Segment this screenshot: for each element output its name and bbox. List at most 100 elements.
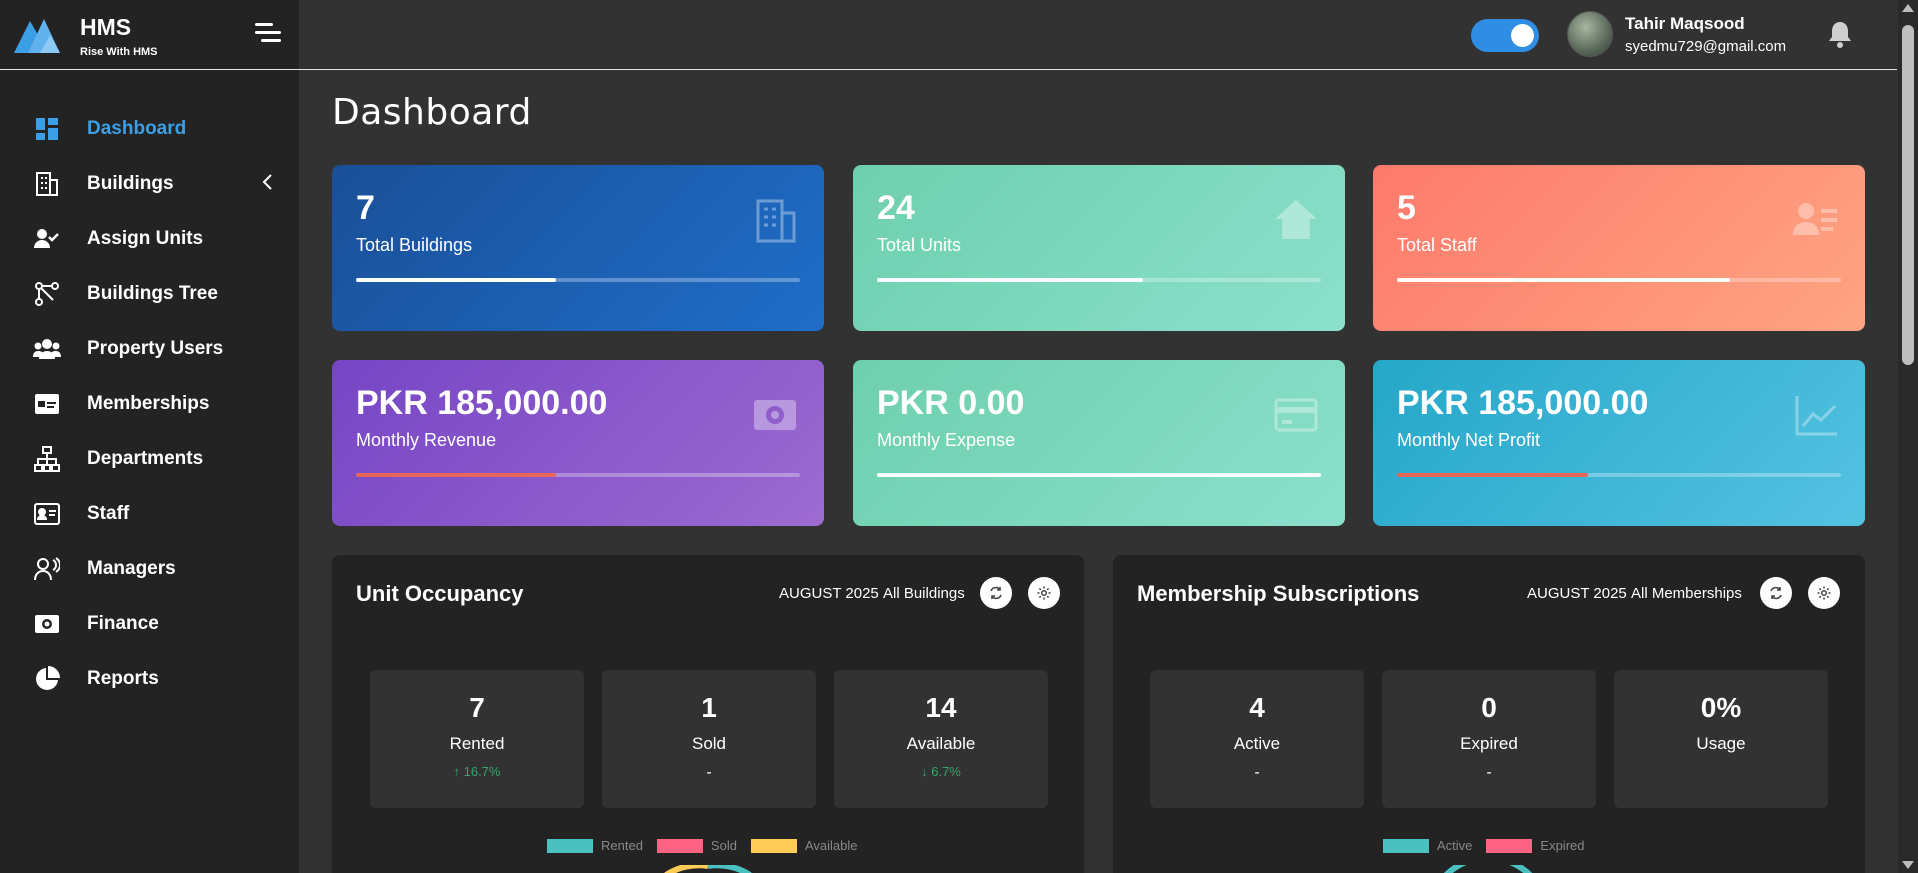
stat-box-usage: 0% Usage: [1614, 670, 1828, 808]
staff-list-icon: [1793, 203, 1837, 235]
stat-card-monthly-revenue[interactable]: PKR 185,000.00 Monthly Revenue: [332, 360, 824, 526]
menu-toggle-icon[interactable]: [255, 23, 281, 45]
home-icon: [1275, 200, 1317, 239]
card-progress-fill: [877, 473, 1321, 477]
logo-mountain-icon: [14, 19, 60, 53]
card-value: PKR 185,000.00: [1397, 384, 1649, 422]
sidebar-item-buildings[interactable]: Buildings: [0, 156, 299, 211]
stat-value: 4: [1249, 692, 1265, 723]
legend-item-rented[interactable]: Rented: [547, 838, 643, 853]
chart-legend: Rented Sold Available: [547, 838, 871, 853]
stat-card-monthly-net-profit[interactable]: PKR 185,000.00 Monthly Net Profit: [1373, 360, 1865, 526]
dashboard-icon: [33, 115, 61, 143]
month-selector[interactable]: AUGUST 2025: [1527, 585, 1627, 602]
card-progress-bar: [356, 473, 800, 477]
building-icon: [756, 199, 796, 243]
card-progress-fill: [356, 278, 556, 282]
sidebar-item-managers[interactable]: Managers: [0, 541, 299, 596]
line-chart-icon: [1795, 396, 1837, 436]
sidebar-item-property-users[interactable]: Property Users: [0, 321, 299, 376]
stat-card-total-staff[interactable]: 5 Total Staff: [1373, 165, 1865, 331]
settings-button[interactable]: [1028, 577, 1060, 609]
settings-button[interactable]: [1808, 577, 1840, 609]
stat-label: Sold: [691, 734, 727, 753]
stat-change: [1614, 764, 1828, 780]
sidebar-item-finance[interactable]: Finance: [0, 596, 299, 651]
sidebar-item-reports[interactable]: Reports: [0, 651, 299, 706]
money-icon: [754, 400, 796, 430]
legend-label: Active: [1437, 838, 1473, 853]
stat-value: 0%: [1700, 692, 1742, 723]
stat-label: Usage: [1696, 734, 1746, 753]
refresh-button[interactable]: [1760, 577, 1792, 609]
sidebar-item-label: Memberships: [87, 392, 210, 414]
sidebar-item-label: Departments: [87, 447, 204, 469]
stat-box-sold: 1 Sold -: [602, 670, 816, 808]
badge-icon: [33, 500, 61, 528]
chevron-left-icon[interactable]: [258, 172, 278, 192]
stat-change: ↑ 16.7%: [453, 764, 501, 779]
sidebar-item-departments[interactable]: Departments: [0, 431, 299, 486]
stat-value: 0: [1481, 692, 1497, 723]
bell-icon[interactable]: [1827, 20, 1853, 48]
stat-label: Rented: [449, 734, 505, 753]
legend-label: Rented: [601, 838, 643, 853]
panel-title: Membership Subscriptions: [1137, 581, 1420, 606]
sidebar-item-staff[interactable]: Staff: [0, 486, 299, 541]
sidebar-item-label: Dashboard: [87, 117, 187, 139]
month-selector[interactable]: AUGUST 2025: [779, 585, 879, 602]
sidebar: HMS Rise With HMS Dashboard Buildings As…: [0, 0, 299, 873]
stat-card-total-buildings[interactable]: 7 Total Buildings: [332, 165, 824, 331]
membership-donut-chart[interactable]: [1438, 865, 1538, 873]
gear-icon: [1037, 586, 1051, 600]
card-caption: Total Units: [877, 235, 962, 255]
scroll-up-arrow-icon[interactable]: [1902, 4, 1914, 12]
avatar[interactable]: [1567, 11, 1613, 57]
building-icon: [33, 170, 61, 198]
chart-legend: Active Expired: [1383, 838, 1598, 853]
brand-title: HMS: [80, 14, 132, 40]
stat-value: 1: [701, 692, 717, 723]
membership-filter[interactable]: All Memberships: [1631, 585, 1742, 602]
card-caption: Monthly Revenue: [356, 430, 497, 450]
building-filter[interactable]: All Buildings: [883, 585, 965, 602]
card-caption: Monthly Expense: [877, 430, 1016, 450]
card-caption: Monthly Net Profit: [1397, 430, 1541, 450]
legend-item-expired[interactable]: Expired: [1486, 838, 1584, 853]
card-value: PKR 0.00: [877, 384, 1025, 422]
scroll-down-arrow-icon[interactable]: [1902, 861, 1914, 869]
occupancy-donut-chart[interactable]: [658, 865, 758, 873]
sidebar-item-dashboard[interactable]: Dashboard: [0, 101, 299, 156]
sidebar-item-assign-units[interactable]: Assign Units: [0, 211, 299, 266]
manager-icon: [33, 555, 61, 583]
legend-item-sold[interactable]: Sold: [656, 838, 737, 853]
sidebar-item-label: Assign Units: [87, 227, 204, 249]
pie-chart-icon: [33, 665, 61, 693]
page-title: Dashboard: [332, 92, 532, 133]
stat-card-total-units[interactable]: 24 Total Units: [853, 165, 1345, 331]
tree-icon: [33, 280, 61, 308]
gear-icon: [1817, 586, 1831, 600]
stat-label: Available: [906, 734, 976, 753]
stat-label: Expired: [1460, 734, 1518, 753]
legend-item-available[interactable]: Available: [750, 838, 857, 853]
card-caption: Total Staff: [1397, 235, 1477, 255]
panel-title: Unit Occupancy: [356, 581, 524, 606]
theme-toggle[interactable]: [1471, 19, 1539, 52]
sidebar-nav: Dashboard Buildings Assign Units Buildin…: [0, 101, 299, 706]
stat-change: -: [1486, 764, 1492, 781]
sidebar-item-label: Finance: [87, 612, 159, 634]
refresh-button[interactable]: [980, 577, 1012, 609]
stat-card-monthly-expense[interactable]: PKR 0.00 Monthly Expense: [853, 360, 1345, 526]
credit-card-icon: [1274, 398, 1318, 432]
membership-subscriptions-panel: Membership Subscriptions AUGUST 2025 All…: [1113, 555, 1865, 873]
card-value: 7: [356, 189, 375, 227]
card-progress-fill: [1397, 278, 1730, 282]
legend-item-active[interactable]: Active: [1383, 838, 1472, 853]
scrollbar-thumb[interactable]: [1902, 25, 1914, 365]
sidebar-item-memberships[interactable]: Memberships: [0, 376, 299, 431]
sidebar-item-buildings-tree[interactable]: Buildings Tree: [0, 266, 299, 321]
legend-swatch: [750, 838, 797, 853]
card-progress-fill: [877, 278, 1144, 282]
stat-change: -: [1254, 764, 1260, 781]
